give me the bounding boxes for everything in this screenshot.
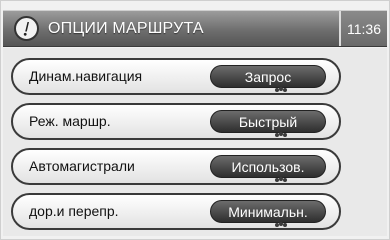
options-dots-icon	[275, 177, 287, 183]
option-row-highways[interactable]: Автомагистрали Использов.	[11, 148, 341, 185]
option-label: дор.и перепр.	[29, 203, 119, 219]
option-value: Минимальн.	[228, 203, 308, 220]
route-options-screen: ОПЦИИ МАРШРУТА 11:36 Динам.навигация Зап…	[0, 0, 390, 240]
options-dots-icon	[275, 132, 287, 138]
option-label: Автомагистрали	[29, 158, 135, 174]
clock: 11:36	[339, 11, 387, 46]
title-bar: ОПЦИИ МАРШРУТА 11:36	[3, 10, 387, 47]
option-value-button[interactable]: Запрос	[210, 65, 326, 88]
page-title: ОПЦИИ МАРШРУТА	[48, 20, 204, 37]
option-value-button[interactable]: Минимальн.	[210, 200, 326, 223]
option-row-route-mode[interactable]: Реж. маршр. Быстрый	[11, 103, 341, 140]
option-label: Реж. маршр.	[29, 113, 111, 129]
option-value-button[interactable]: Быстрый	[210, 110, 326, 133]
option-value-button[interactable]: Использов.	[210, 155, 326, 178]
option-value: Использов.	[231, 158, 305, 175]
info-icon	[14, 16, 39, 41]
option-row-dynamic-navigation[interactable]: Динам.навигация Запрос	[11, 58, 341, 95]
options-dots-icon	[275, 87, 287, 93]
option-value: Быстрый	[238, 113, 298, 130]
options-dots-icon	[275, 222, 287, 228]
option-row-toll-roads-ferries[interactable]: дор.и перепр. Минимальн.	[11, 193, 341, 230]
options-list: Динам.навигация Запрос Реж. маршр. Быстр…	[3, 48, 387, 236]
option-value: Запрос	[244, 68, 292, 85]
option-label: Динам.навигация	[29, 68, 143, 84]
